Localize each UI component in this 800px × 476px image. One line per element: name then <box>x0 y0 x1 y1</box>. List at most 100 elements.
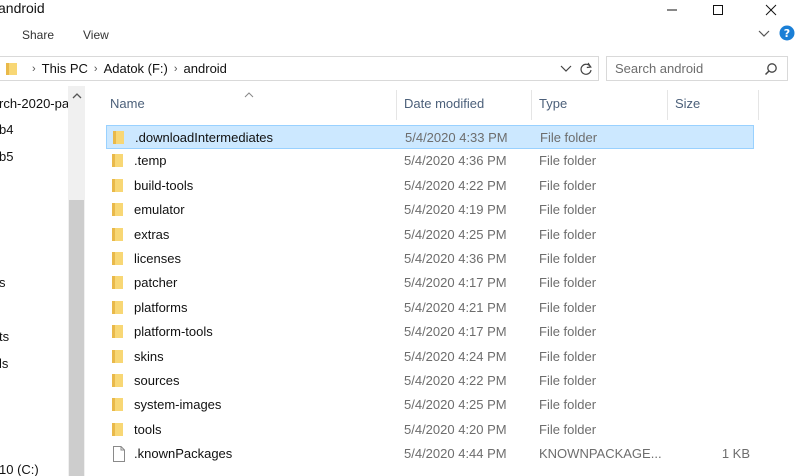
file-name: extras <box>134 227 170 242</box>
sort-ascending-icon <box>244 86 254 101</box>
chevron-right-icon: › <box>93 62 98 75</box>
file-row[interactable]: .knownPackages 5/4/2020 4:44 PM KNOWNPACKA… <box>106 442 754 466</box>
file-date-modified: 5/4/2020 4:36 PM <box>404 251 507 266</box>
column-divider[interactable] <box>667 90 668 120</box>
chevron-down-icon <box>560 65 572 72</box>
folder-icon <box>112 300 124 318</box>
file-name: platform-tools <box>134 324 213 339</box>
chevron-down-icon <box>758 30 770 37</box>
column-divider[interactable] <box>531 90 532 120</box>
file-row[interactable]: .temp 5/4/2020 4:36 PM File folder <box>106 149 754 173</box>
file-row[interactable]: system-images 5/4/2020 4:25 PM File folder <box>106 393 754 417</box>
file-date-modified: 5/4/2020 4:20 PM <box>404 422 507 437</box>
column-divider[interactable] <box>396 90 397 120</box>
folder-icon <box>112 422 124 440</box>
window-title: android <box>0 0 45 16</box>
minimize-icon <box>667 9 677 11</box>
folder-icon <box>112 349 124 367</box>
file-row[interactable]: skins 5/4/2020 4:24 PM File folder <box>106 345 754 369</box>
file-row[interactable]: sources 5/4/2020 4:22 PM File folder <box>106 369 754 393</box>
address-history-button[interactable] <box>560 62 572 77</box>
file-date-modified: 5/4/2020 4:24 PM <box>404 349 507 364</box>
file-type: File folder <box>539 153 597 168</box>
file-icon <box>112 446 126 465</box>
file-row[interactable]: patcher 5/4/2020 4:17 PM File folder <box>106 271 754 295</box>
folder-icon <box>112 202 124 220</box>
file-row[interactable]: licenses 5/4/2020 4:36 PM File folder <box>106 247 754 271</box>
close-button[interactable] <box>748 0 794 20</box>
ribbon-tab-view[interactable]: View <box>83 28 109 42</box>
file-type: File folder <box>539 178 597 193</box>
nav-item[interactable]: b5 <box>0 149 13 164</box>
breadcrumb-drive[interactable]: Adatok (F:) <box>104 61 168 76</box>
file-type: File folder <box>539 251 597 266</box>
file-name: emulator <box>134 202 185 217</box>
nav-scrollbar-thumb[interactable] <box>69 200 84 476</box>
search-input[interactable]: Search android <box>606 56 788 81</box>
ribbon-tab-share[interactable]: Share <box>22 28 54 42</box>
file-date-modified: 5/4/2020 4:17 PM <box>404 324 507 339</box>
file-date-modified: 5/4/2020 4:33 PM <box>405 130 508 145</box>
file-type: File folder <box>539 422 597 437</box>
folder-icon <box>6 62 17 75</box>
file-row[interactable]: platforms 5/4/2020 4:21 PM File folder <box>106 296 754 320</box>
folder-icon <box>112 324 124 342</box>
chevron-right-icon: › <box>32 62 36 75</box>
file-row[interactable]: tools 5/4/2020 4:20 PM File folder <box>106 418 754 442</box>
help-button[interactable]: ? <box>779 25 795 44</box>
file-type: File folder <box>539 397 597 412</box>
file-type: File folder <box>539 324 597 339</box>
maximize-icon <box>713 5 723 15</box>
minimize-button[interactable] <box>649 0 695 20</box>
file-row[interactable]: build-tools 5/4/2020 4:22 PM File folder <box>106 174 754 198</box>
file-type: File folder <box>539 349 597 364</box>
maximize-button[interactable] <box>695 0 741 20</box>
refresh-button[interactable] <box>578 61 594 80</box>
chevron-right-icon: › <box>173 62 178 75</box>
file-name: skins <box>134 349 164 364</box>
column-header-date[interactable]: Date modified <box>404 96 484 111</box>
file-date-modified: 5/4/2020 4:44 PM <box>404 446 507 461</box>
file-name: sources <box>134 373 180 388</box>
file-type: File folder <box>539 227 597 242</box>
column-header-size[interactable]: Size <box>675 96 700 111</box>
file-row[interactable]: extras 5/4/2020 4:25 PM File folder <box>106 223 754 247</box>
file-date-modified: 5/4/2020 4:21 PM <box>404 300 507 315</box>
file-type: File folder <box>539 202 597 217</box>
file-row[interactable]: .downloadIntermediates 5/4/2020 4:33 PM Fi… <box>106 125 754 149</box>
scroll-up-button[interactable] <box>72 92 82 102</box>
address-bar[interactable]: › This PC › Adatok (F:) › android <box>0 56 599 81</box>
file-date-modified: 5/4/2020 4:17 PM <box>404 275 507 290</box>
file-date-modified: 5/4/2020 4:19 PM <box>404 202 507 217</box>
file-type: KNOWNPACKAGE... <box>539 446 662 461</box>
expand-ribbon-button[interactable] <box>757 26 771 43</box>
refresh-icon <box>580 62 592 75</box>
search-icon <box>764 62 778 79</box>
folder-icon <box>112 251 124 269</box>
file-date-modified: 5/4/2020 4:25 PM <box>404 227 507 242</box>
breadcrumb-android[interactable]: android <box>184 61 227 76</box>
file-name: licenses <box>134 251 181 266</box>
file-row[interactable]: platform-tools 5/4/2020 4:17 PM File folde… <box>106 320 754 344</box>
nav-item[interactable]: ts <box>0 329 9 344</box>
nav-item[interactable]: ls <box>0 356 8 371</box>
folder-icon <box>112 153 124 171</box>
breadcrumb-this-pc[interactable]: This PC <box>42 61 88 76</box>
nav-item[interactable]: rch-2020-pa <box>0 96 69 111</box>
file-row[interactable]: emulator 5/4/2020 4:19 PM File folder <box>106 198 754 222</box>
search-placeholder: Search android <box>615 61 704 76</box>
column-divider[interactable] <box>758 90 759 120</box>
folder-icon <box>112 178 124 196</box>
chevron-up-icon <box>72 93 82 99</box>
file-date-modified: 5/4/2020 4:25 PM <box>404 397 507 412</box>
close-icon <box>765 4 777 16</box>
file-name: system-images <box>134 397 222 412</box>
column-header-type[interactable]: Type <box>539 96 567 111</box>
nav-item[interactable]: b4 <box>0 122 13 137</box>
file-name: .temp <box>134 153 167 168</box>
file-type: File folder <box>539 373 597 388</box>
column-header-name[interactable]: Name <box>110 96 145 111</box>
nav-item[interactable]: s <box>0 275 6 290</box>
nav-item[interactable]: 10 (C:) <box>0 462 39 476</box>
folder-icon <box>112 275 124 293</box>
